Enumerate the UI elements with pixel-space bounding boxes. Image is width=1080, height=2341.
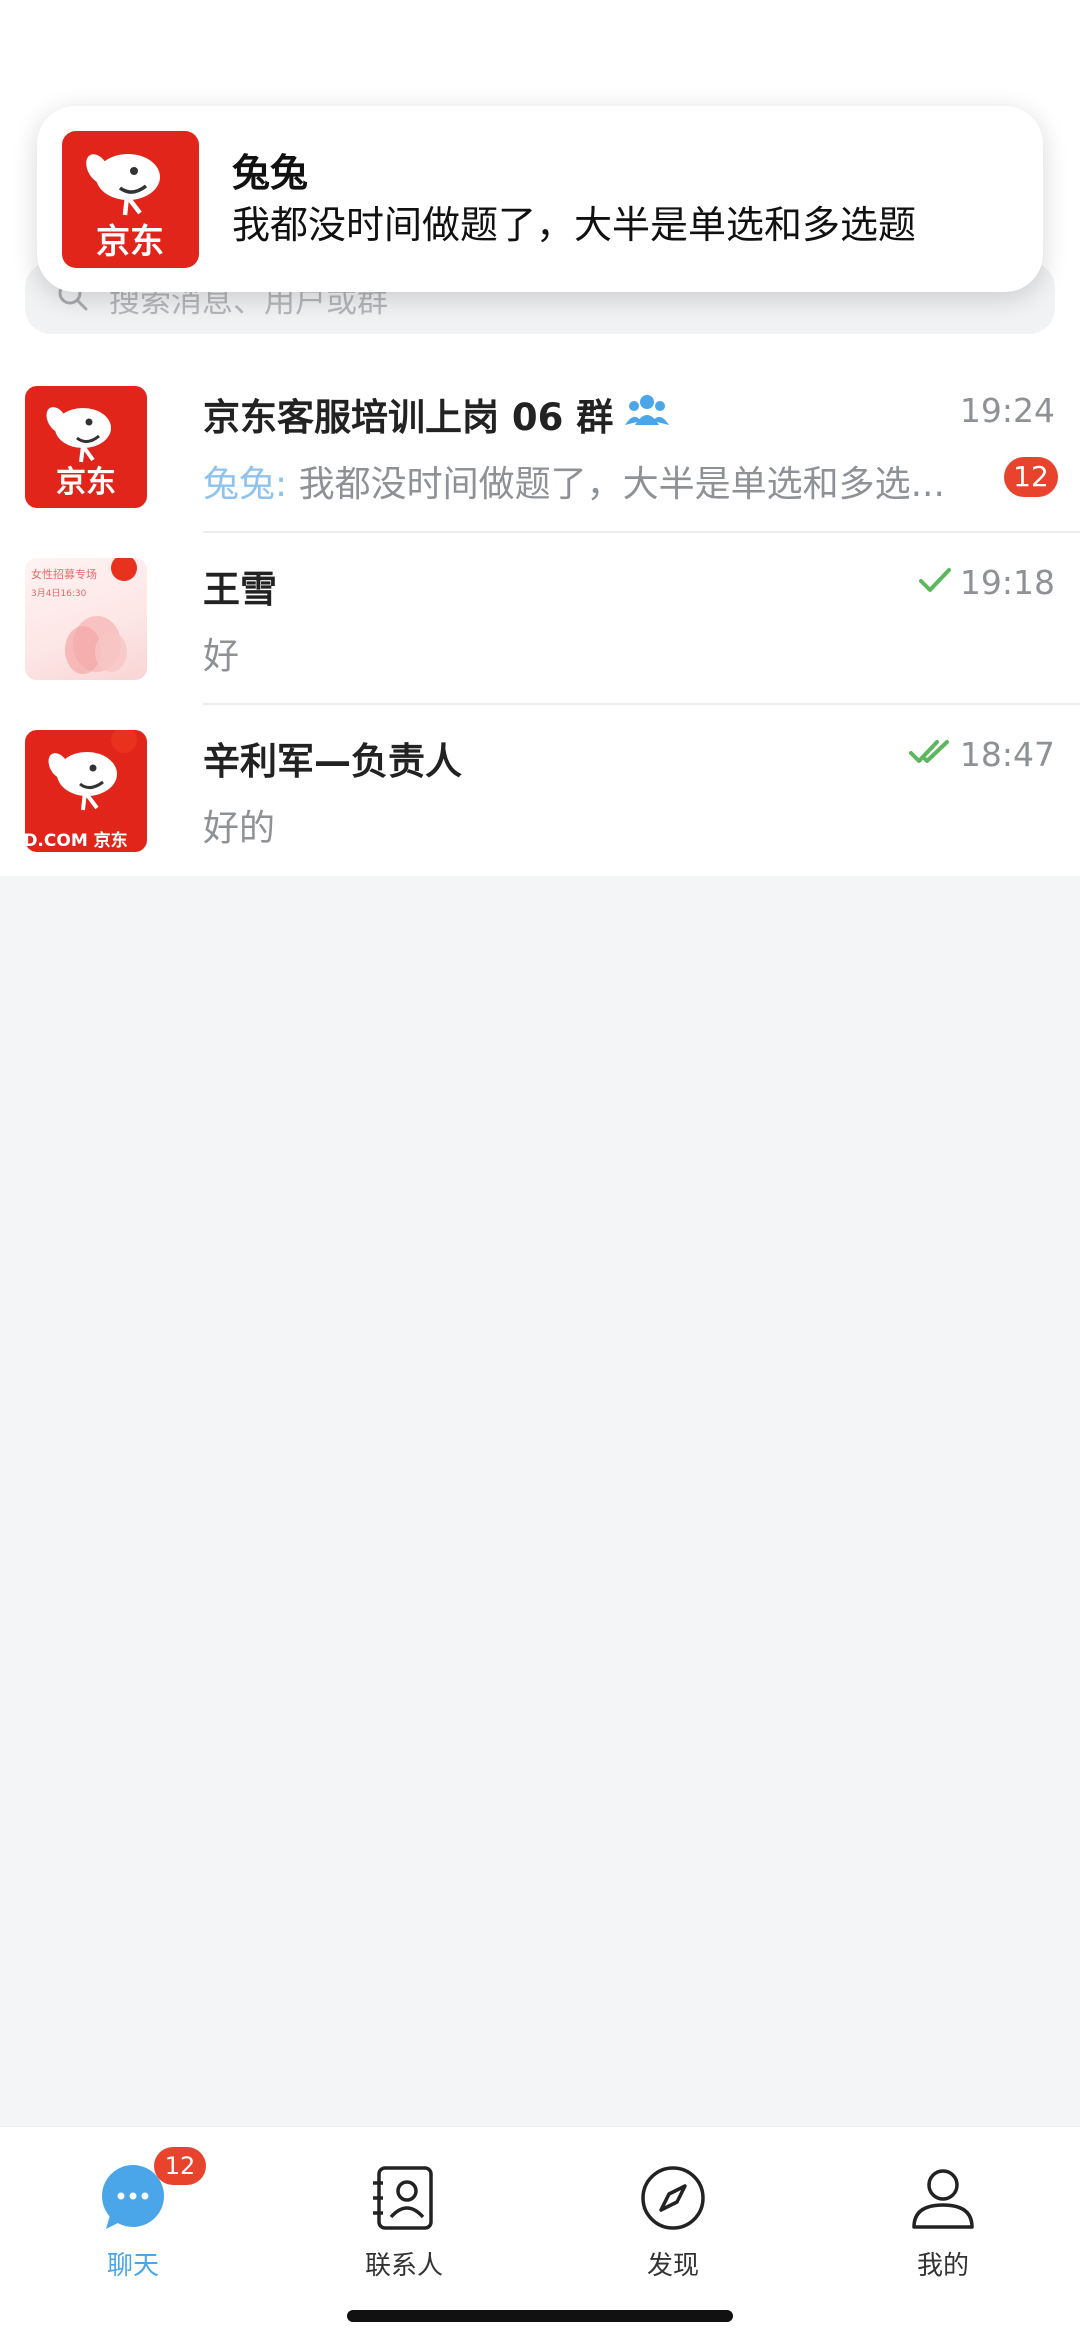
tab-label: 聊天 (106, 2251, 159, 2281)
tab-chat[interactable]: 12 聊天 (63, 2147, 206, 2282)
tab-badge: 12 (154, 2147, 206, 2185)
svg-text:京东: 京东 (56, 465, 116, 499)
chat-row-xinlijun[interactable]: JD.COM 京东 辛利军—负责人 18:47 好的 (0, 705, 1080, 877)
chat-preview: 好 (203, 636, 240, 677)
tab-me[interactable]: 我的 (873, 2163, 1013, 2282)
unread-badge: 12 (1004, 457, 1058, 497)
notification-banner[interactable]: 京东 兔兔 我都没时间做题了，大半是单选和多选题 (37, 106, 1043, 292)
chat-preview: 兔兔: 我都没时间做题了，大半是单选和多选... (203, 455, 945, 507)
tab-contacts[interactable]: 联系人 (334, 2163, 474, 2282)
group-icon (625, 393, 670, 436)
preview-sender: 兔兔: (203, 464, 288, 505)
profile-icon (908, 2163, 978, 2233)
notification-app-icon: 京东 (62, 130, 199, 268)
avatar: 京东 (25, 386, 147, 508)
chat-name: 辛利军—负责人 (203, 740, 462, 783)
svg-text:京东: 京东 (96, 222, 164, 261)
tab-discover[interactable]: 发现 (603, 2163, 743, 2282)
chat-row-group[interactable]: 京东 京东客服培训上岗 06 群 19:24 兔兔: 我都没时间做题了，大半是单… (0, 361, 1080, 533)
sent-check-icon (918, 563, 952, 602)
read-check-icon (908, 735, 952, 774)
chat-row-wangxue[interactable]: 女性招募专场 3月4日16:30 王雪 19:18 好 (0, 533, 1080, 705)
avatar: 女性招募专场 3月4日16:30 (25, 558, 147, 680)
home-indicator[interactable] (347, 2310, 733, 2322)
notification-text: 兔兔 我都没时间做题了，大半是单选和多选题 (232, 147, 916, 251)
chat-preview: 好的 (203, 808, 276, 849)
preview-text: 我都没时间做题了，大半是单选和多选... (298, 464, 945, 505)
notification-message: 我都没时间做题了，大半是单选和多选题 (232, 203, 917, 247)
compass-icon (638, 2163, 708, 2233)
tab-label: 发现 (646, 2251, 699, 2281)
notification-sender: 兔兔 (232, 151, 309, 195)
tab-bar: 12 聊天 联系人 发现 我的 (0, 2126, 1080, 2341)
chat-name: 京东客服培训上岗 06 群 (203, 387, 670, 441)
chat-name: 王雪 (203, 568, 277, 611)
avatar-text: JD.COM 京东 (25, 831, 128, 851)
chat-time: 19:24 (959, 391, 1055, 430)
tab-label: 我的 (916, 2251, 969, 2281)
tab-label: 联系人 (364, 2251, 443, 2281)
avatar: JD.COM 京东 (25, 730, 147, 852)
chat-time: 19:18 (918, 563, 1055, 602)
chat-time: 18:47 (908, 735, 1055, 774)
contacts-icon (369, 2163, 439, 2233)
chat-bubble-icon: 12 (98, 2147, 206, 2233)
